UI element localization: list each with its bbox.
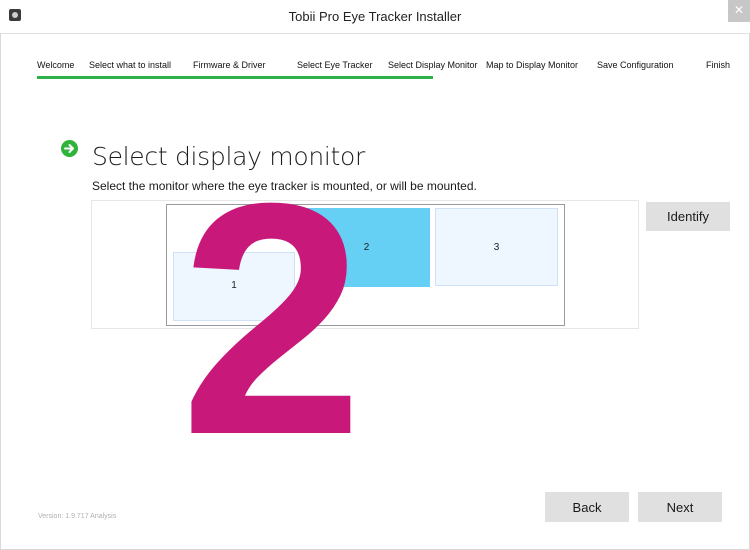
monitor-layout-area: 1 2 3	[166, 204, 565, 326]
step-save-configuration[interactable]: Save Configuration	[597, 60, 674, 70]
title-bar: Tobii Pro Eye Tracker Installer ✕	[0, 0, 750, 34]
step-select-display-monitor[interactable]: Select Display Monitor	[388, 60, 478, 70]
step-map-to-display-monitor[interactable]: Map to Display Monitor	[486, 60, 578, 70]
step-firmware-driver[interactable]: Firmware & Driver	[193, 60, 266, 70]
arrow-right-circle-icon	[61, 140, 78, 157]
step-select-eye-tracker[interactable]: Select Eye Tracker	[297, 60, 373, 70]
monitor-3-label: 3	[493, 242, 500, 253]
window-border-left	[0, 33, 1, 550]
monitor-1-label: 1	[231, 280, 237, 291]
monitor-2[interactable]: 2	[303, 208, 430, 287]
wizard-progress-bar	[37, 76, 433, 79]
monitor-2-label: 2	[363, 242, 370, 253]
step-welcome[interactable]: Welcome	[37, 60, 74, 70]
identify-button[interactable]: Identify	[646, 202, 730, 231]
wizard-steps: Welcome Select what to install Firmware …	[0, 60, 750, 74]
version-label: Version: 1.9.717 Analysis	[38, 513, 117, 520]
next-button[interactable]: Next	[638, 492, 722, 522]
page-title: Select display monitor	[92, 142, 366, 171]
back-button[interactable]: Back	[545, 492, 629, 522]
window-title: Tobii Pro Eye Tracker Installer	[288, 9, 462, 24]
step-finish[interactable]: Finish	[706, 60, 730, 70]
monitor-1[interactable]: 1	[173, 252, 295, 321]
monitor-3[interactable]: 3	[435, 208, 558, 286]
close-button[interactable]: ✕	[728, 0, 750, 22]
page-subtitle: Select the monitor where the eye tracker…	[92, 179, 477, 193]
step-select-what-to-install[interactable]: Select what to install	[89, 60, 171, 70]
